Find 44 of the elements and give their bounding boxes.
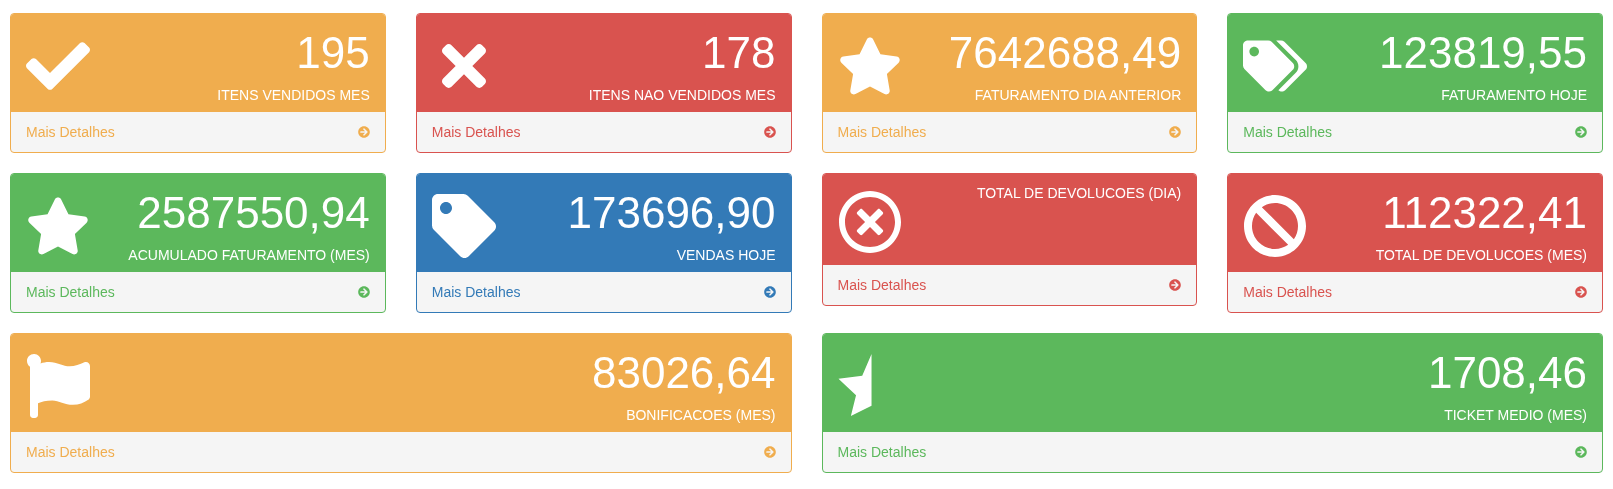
arrow-right-icon (763, 126, 776, 138)
card-value: 7642688,49 (948, 28, 1182, 78)
tag-icon (431, 194, 496, 258)
card-value: 178 (702, 28, 776, 78)
arrow-right-icon (357, 286, 370, 298)
circled-cross-icon (837, 190, 902, 254)
arrow-right-icon (1575, 126, 1587, 138)
half-star-icon (837, 354, 872, 416)
arrow-right-icon (357, 126, 370, 138)
details-link[interactable]: Mais Detalhes (416, 112, 791, 152)
card-title: FATURAMENTO HOJE (1441, 86, 1587, 104)
details-link[interactable]: Mais Detalhes (11, 112, 385, 152)
details-link[interactable]: Mais Detalhes (11, 272, 385, 312)
card-title: FATURAMENTO DIA ANTERIOR (974, 86, 1182, 104)
arrow-right-icon (1575, 446, 1587, 458)
card-value: 173696,90 (567, 188, 776, 238)
card-value: 83026,64 (591, 348, 776, 398)
card-title: TOTAL DE DEVOLUCOES (DIA) (976, 184, 1182, 202)
arrow-right-icon (1169, 279, 1182, 291)
card-value: 112322,41 (1382, 188, 1587, 238)
card-value: 195 (296, 28, 370, 78)
card-title: ACUMULADO FATURAMENTO (MES) (128, 246, 370, 264)
flag-icon (26, 354, 90, 418)
details-link[interactable]: Mais Detalhes (11, 432, 791, 472)
arrow-right-icon (763, 446, 776, 458)
arrow-right-icon (763, 286, 776, 298)
card-value: 1708,46 (1427, 348, 1587, 398)
card-title: ITENS NAO VENDIDOS MES (588, 86, 776, 104)
details-link[interactable]: Mais Detalhes (822, 432, 1602, 472)
details-link[interactable]: Mais Detalhes (822, 265, 1197, 305)
card-title: TOTAL DE DEVOLUCOES (MES) (1375, 246, 1587, 264)
card-title: VENDAS HOJE (676, 246, 776, 264)
card-title: BONIFICACOES (MES) (626, 406, 776, 424)
card-title: TICKET MEDIO (MES) (1444, 406, 1587, 424)
details-link[interactable]: Mais Detalhes (822, 112, 1197, 152)
arrow-right-icon (1169, 126, 1182, 138)
details-link[interactable]: Mais Detalhes (1228, 272, 1602, 312)
card-value: 123819,55 (1379, 28, 1587, 78)
details-link[interactable]: Mais Detalhes (1228, 112, 1602, 152)
ban-icon (1243, 194, 1308, 258)
details-link[interactable]: Mais Detalhes (416, 272, 791, 312)
arrow-right-icon (1575, 286, 1587, 298)
card-title: ITENS VENDIDOS MES (217, 86, 370, 104)
card-value: 2587550,94 (137, 188, 370, 238)
